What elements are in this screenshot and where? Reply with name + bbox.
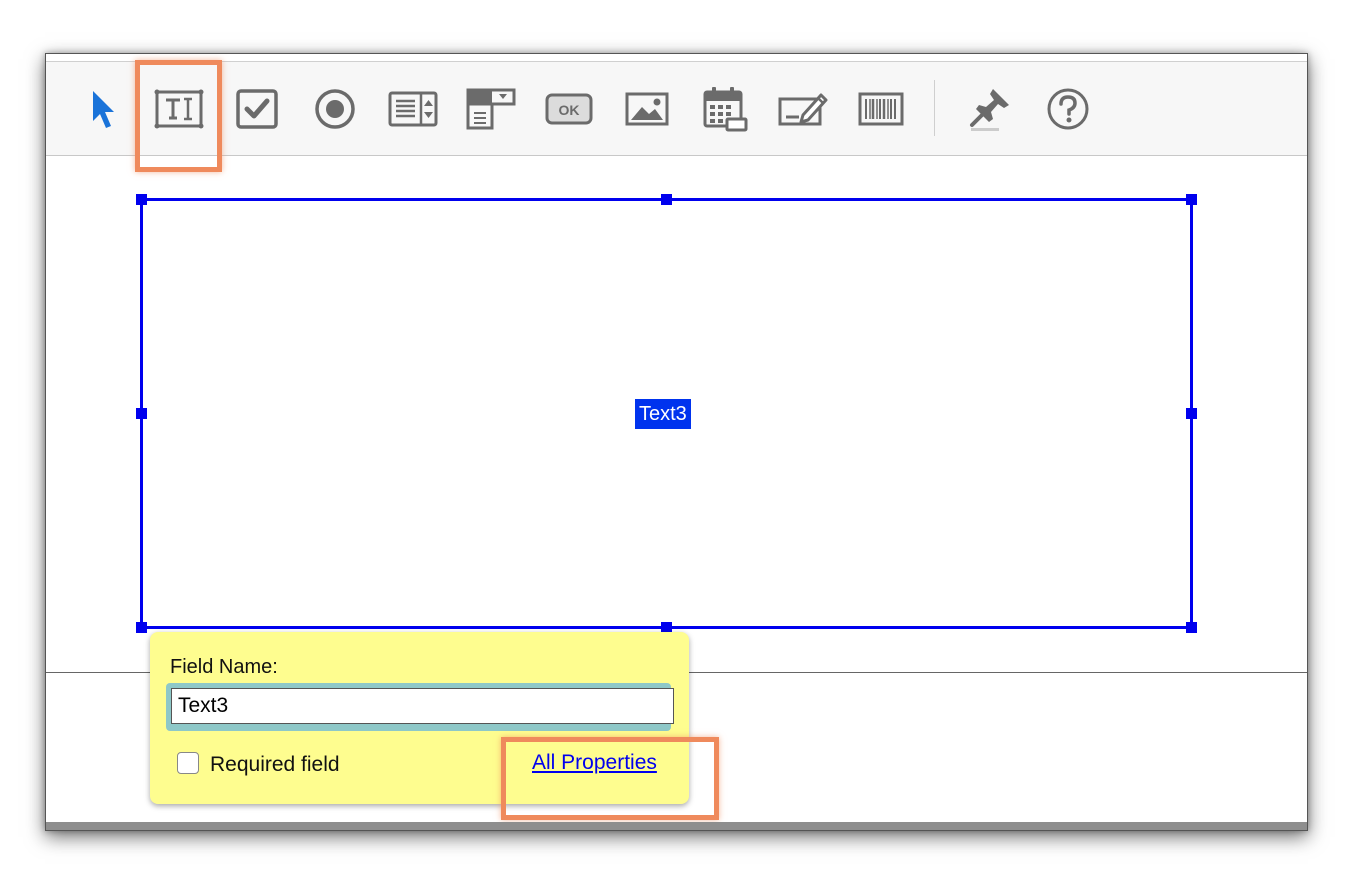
- barcode-tool-button[interactable]: [853, 84, 909, 134]
- dropdown-icon: [466, 88, 516, 130]
- date-field-tool-button[interactable]: [697, 84, 753, 134]
- field-name-tag: Text3: [635, 399, 691, 429]
- checkbox-icon: [236, 89, 278, 129]
- window-top-strip: [46, 54, 1307, 62]
- resize-handle-left[interactable]: [136, 408, 147, 419]
- window-bottom-bar: [46, 822, 1307, 830]
- button-icon-label: OK: [559, 102, 580, 118]
- toolbar-divider: [934, 80, 935, 136]
- form-tools-toolbar: OK: [46, 60, 1307, 172]
- required-field-checkbox[interactable]: [177, 752, 199, 774]
- resize-handle-bottom-right[interactable]: [1186, 622, 1197, 633]
- select-tool-button[interactable]: [74, 84, 130, 134]
- resize-handle-top-right[interactable]: [1186, 194, 1197, 205]
- list-box-tool-button[interactable]: [385, 84, 441, 134]
- resize-handle-top[interactable]: [661, 194, 672, 205]
- field-name-label: Field Name:: [170, 656, 278, 678]
- resize-handle-right[interactable]: [1186, 408, 1197, 419]
- field-name-focus-ring: [166, 683, 674, 731]
- keep-tool-selected-button[interactable]: [962, 84, 1018, 134]
- radio-button-tool-button[interactable]: [307, 84, 363, 134]
- arrow-cursor-icon: [93, 91, 114, 128]
- resize-handle-top-left[interactable]: [136, 194, 147, 205]
- text-field-selection[interactable]: Text3: [136, 194, 1197, 633]
- radio-button-icon: [315, 89, 355, 129]
- required-field-label: Required field: [210, 753, 340, 776]
- button-icon: OK: [545, 93, 593, 125]
- help-button[interactable]: [1040, 84, 1096, 134]
- image-icon: [625, 92, 669, 126]
- text-field-icon: [154, 89, 204, 129]
- all-properties-link[interactable]: All Properties: [532, 751, 657, 775]
- form-editor-window: OK Text3 Field Name: Text3 Required fiel…: [45, 53, 1308, 831]
- check-box-tool-button[interactable]: [229, 84, 285, 134]
- field-properties-popup: Field Name: Required field All Propertie…: [150, 632, 689, 804]
- calendar-icon: [703, 87, 748, 132]
- help-question-icon: [1047, 88, 1089, 130]
- dropdown-tool-button[interactable]: [463, 84, 519, 134]
- signature-tool-button[interactable]: [775, 84, 831, 134]
- resize-handle-bottom-left[interactable]: [136, 622, 147, 633]
- pushpin-icon: [970, 89, 1009, 131]
- text-field-tool-button[interactable]: [151, 84, 207, 134]
- signature-pen-icon: [778, 93, 828, 126]
- barcode-icon: [858, 92, 904, 126]
- image-field-tool-button[interactable]: [619, 84, 675, 134]
- field-name-input[interactable]: [171, 688, 674, 724]
- button-tool-button[interactable]: OK: [541, 84, 597, 134]
- list-box-icon: [388, 91, 438, 127]
